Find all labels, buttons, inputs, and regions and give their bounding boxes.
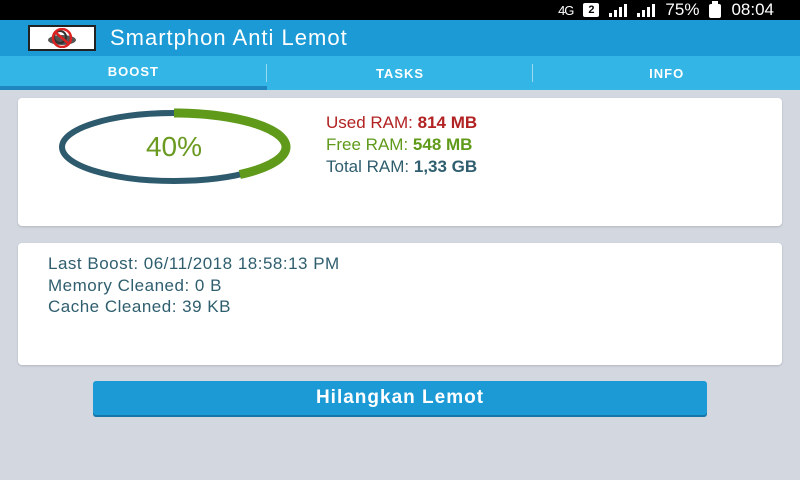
tab-bar: BOOST TASKS INFO: [0, 56, 800, 90]
boost-info: Last Boost: 06/11/2018 18:58:13 PM Memor…: [48, 253, 340, 318]
boost-info-card: Last Boost: 06/11/2018 18:58:13 PM Memor…: [18, 243, 782, 365]
last-boost-text: Last Boost: 06/11/2018 18:58:13 PM: [48, 254, 340, 273]
signal-icon: [609, 3, 628, 17]
battery-icon: [709, 1, 722, 18]
app-title: Smartphon Anti Lemot: [110, 25, 348, 50]
tab-tasks[interactable]: TASKS: [267, 56, 534, 90]
status-bar: 4G 2 75% 08:04: [0, 0, 800, 20]
tab-label: INFO: [649, 65, 685, 81]
ram-stats: Used RAM: 814 MB Free RAM: 548 MB Total …: [326, 112, 477, 178]
tab-label: TASKS: [375, 65, 425, 81]
sim-icon: 2: [583, 3, 600, 17]
free-ram-label: Free RAM:: [326, 135, 413, 154]
ram-card: 40% Used RAM: 814 MB Free RAM: 548 MB To…: [18, 98, 782, 226]
used-ram-label: Used RAM:: [326, 113, 418, 132]
total-ram-value: 1,33 GB: [413, 157, 478, 176]
free-ram-line: Free RAM: 548 MB: [326, 134, 477, 156]
no-snail-icon: [28, 25, 96, 51]
memory-cleaned-text: Memory Cleaned: 0 B: [48, 275, 222, 295]
signal-2-icon: [637, 3, 656, 17]
battery-percent: 75%: [665, 0, 700, 19]
tab-label: BOOST: [107, 63, 159, 79]
used-ram-line: Used RAM: 814 MB: [326, 112, 477, 134]
free-ram-value: 548 MB: [412, 135, 473, 154]
tab-info[interactable]: INFO: [533, 56, 800, 90]
app-bar: Smartphon Anti Lemot: [0, 20, 800, 56]
tab-boost[interactable]: BOOST: [0, 56, 267, 90]
network-type-indicator: 4G: [558, 2, 574, 18]
cache-cleaned-text: Cache Cleaned: 39 KB: [48, 297, 231, 316]
total-ram-line: Total RAM: 1,33 GB: [326, 156, 477, 178]
clock: 08:04: [731, 0, 774, 19]
ram-percent: 40%: [145, 131, 203, 162]
boost-button[interactable]: Hilangkan Lemot: [93, 381, 707, 415]
used-ram-value: 814 MB: [417, 113, 478, 132]
total-ram-label: Total RAM:: [326, 157, 414, 176]
